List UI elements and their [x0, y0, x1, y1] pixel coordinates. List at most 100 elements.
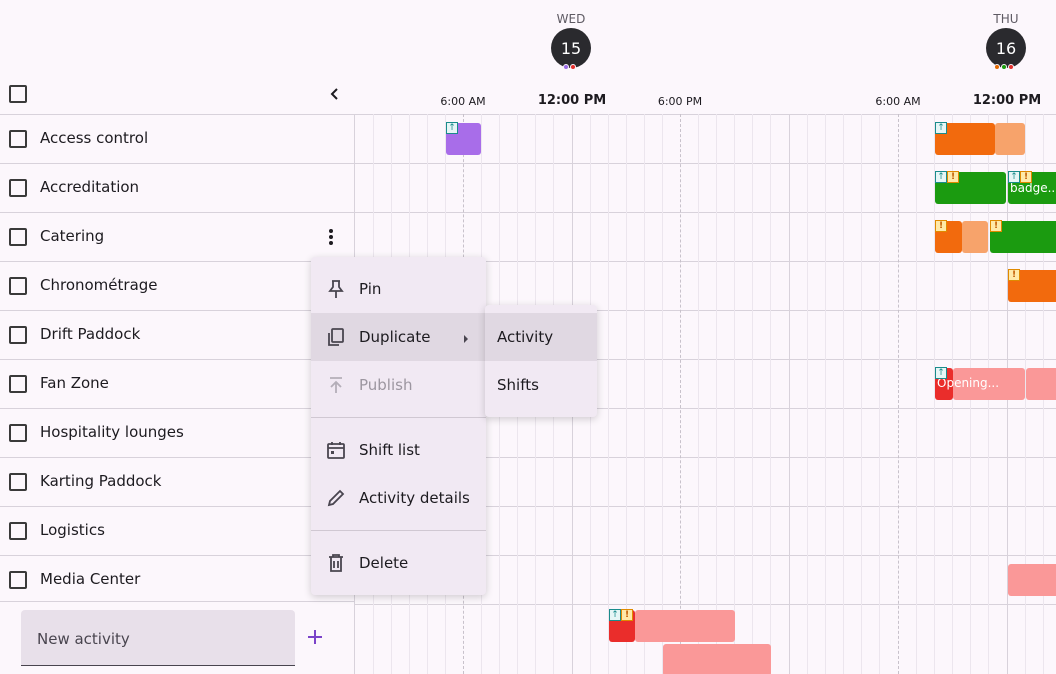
- menu-divider: [311, 417, 486, 418]
- menu-item-pin[interactable]: Pin: [311, 265, 486, 313]
- row-checkbox[interactable]: [9, 424, 27, 442]
- day-date-badge[interactable]: 16: [986, 28, 1026, 68]
- activity-row[interactable]: Logistics: [0, 506, 354, 555]
- warning-icon: !: [947, 171, 959, 183]
- submenu-item-shifts[interactable]: Shifts: [485, 361, 597, 409]
- duplicate-submenu: Activity Shifts: [485, 305, 597, 417]
- activity-label: Hospitality lounges: [40, 423, 184, 441]
- row-checkbox[interactable]: [9, 326, 27, 344]
- day-name: THU: [993, 12, 1019, 26]
- activity-row[interactable]: Fan Zone: [0, 359, 354, 408]
- calendar-icon: [325, 439, 347, 461]
- add-activity-button[interactable]: [306, 626, 324, 650]
- warning-icon: !: [621, 609, 633, 621]
- day-name: WED: [556, 12, 586, 26]
- pencil-icon: [325, 487, 347, 509]
- warning-icon: !: [1020, 171, 1032, 183]
- status-dot: [994, 64, 1000, 70]
- menu-item-label: Shift list: [359, 441, 420, 459]
- submenu-item-label: Activity: [497, 328, 554, 346]
- activity-row[interactable]: Catering: [0, 212, 354, 261]
- new-activity-placeholder: New activity: [37, 630, 130, 648]
- warning-icon: !: [1008, 269, 1020, 281]
- row-checkbox[interactable]: [9, 130, 27, 148]
- day-date-badge[interactable]: 15: [551, 28, 591, 68]
- activity-label: Drift Paddock: [40, 325, 141, 343]
- menu-item-activity-details[interactable]: Activity details: [311, 474, 486, 522]
- shift-bar[interactable]: [995, 123, 1025, 155]
- published-icon: ↑: [935, 367, 947, 379]
- new-activity-input[interactable]: New activity: [21, 610, 295, 666]
- select-all-checkbox[interactable]: [9, 85, 27, 103]
- published-icon: ↑: [446, 122, 458, 134]
- menu-item-duplicate[interactable]: Duplicate: [311, 313, 486, 361]
- status-dot: [1008, 64, 1014, 70]
- time-label: 6:00 AM: [440, 95, 486, 108]
- activity-row[interactable]: Drift Paddock: [0, 310, 354, 359]
- shift-bar[interactable]: Opening...: [937, 368, 1025, 400]
- activity-row[interactable]: Hospitality lounges: [0, 408, 354, 457]
- row-checkbox[interactable]: [9, 179, 27, 197]
- row-checkbox[interactable]: [9, 375, 27, 393]
- activity-label: Fan Zone: [40, 374, 109, 392]
- time-label: 12:00 PM: [972, 93, 1042, 108]
- activity-label: Media Center: [40, 570, 141, 588]
- row-checkbox[interactable]: [9, 571, 27, 589]
- activity-label: Catering: [40, 227, 105, 245]
- published-icon: ↑: [935, 171, 947, 183]
- menu-item-delete[interactable]: Delete: [311, 539, 486, 587]
- submenu-item-activity[interactable]: Activity: [485, 313, 597, 361]
- submenu-item-label: Shifts: [497, 376, 539, 394]
- activity-row[interactable]: Accreditation: [0, 163, 354, 212]
- row-checkbox[interactable]: [9, 228, 27, 246]
- context-menu: Pin Duplicate Publish Shift list Activit…: [311, 257, 486, 595]
- shift-bar[interactable]: [663, 644, 771, 674]
- plus-icon: [308, 630, 322, 644]
- row-checkbox[interactable]: [9, 277, 27, 295]
- shift-bar[interactable]: [1026, 368, 1056, 400]
- activity-label: Logistics: [40, 521, 105, 539]
- activity-label: Chronométrage: [40, 276, 158, 294]
- warning-icon: !: [935, 220, 947, 232]
- menu-divider: [311, 530, 486, 531]
- menu-item-label: Delete: [359, 554, 409, 572]
- published-icon: ↑: [609, 609, 621, 621]
- menu-item-label: Publish: [359, 376, 413, 394]
- published-icon: ↑: [1008, 171, 1020, 183]
- menu-item-shift-list[interactable]: Shift list: [311, 426, 486, 474]
- published-icon: ↑: [935, 122, 947, 134]
- warning-icon: !: [990, 220, 1002, 232]
- activity-label: Accreditation: [40, 178, 140, 196]
- menu-item-label: Activity details: [359, 489, 470, 507]
- shift-bar[interactable]: [1008, 564, 1056, 596]
- menu-item-label: Pin: [359, 280, 382, 298]
- more-options-button[interactable]: [322, 226, 340, 248]
- pin-icon: [325, 278, 347, 300]
- more-vert-icon: [329, 229, 333, 245]
- time-label: 6:00 PM: [657, 95, 703, 108]
- activity-row[interactable]: Karting Paddock: [0, 457, 354, 506]
- activity-row[interactable]: Access control: [0, 114, 354, 163]
- activity-row[interactable]: Chronométrage: [0, 261, 354, 310]
- status-dot: [563, 64, 569, 70]
- status-dot: [1001, 64, 1007, 70]
- menu-item-label: Duplicate: [359, 328, 431, 346]
- row-checkbox[interactable]: [9, 522, 27, 540]
- time-label: 12:00 PM: [537, 93, 607, 108]
- shift-bar[interactable]: [962, 221, 988, 253]
- activity-row[interactable]: Media Center: [0, 555, 354, 602]
- submenu-arrow-icon: [462, 331, 470, 349]
- menu-item-publish: Publish: [311, 361, 486, 409]
- upload-icon: [325, 374, 347, 396]
- shift-bar[interactable]: [635, 610, 735, 642]
- chevron-left-icon: [330, 88, 338, 100]
- activity-label: Karting Paddock: [40, 472, 162, 490]
- shift-label: badge...: [1010, 181, 1056, 195]
- time-label: 6:00 AM: [875, 95, 921, 108]
- activity-label: Access control: [40, 129, 149, 147]
- copy-icon: [325, 326, 347, 348]
- row-checkbox[interactable]: [9, 473, 27, 491]
- trash-icon: [325, 552, 347, 574]
- collapse-panel-button[interactable]: [326, 84, 344, 104]
- status-dot: [570, 64, 576, 70]
